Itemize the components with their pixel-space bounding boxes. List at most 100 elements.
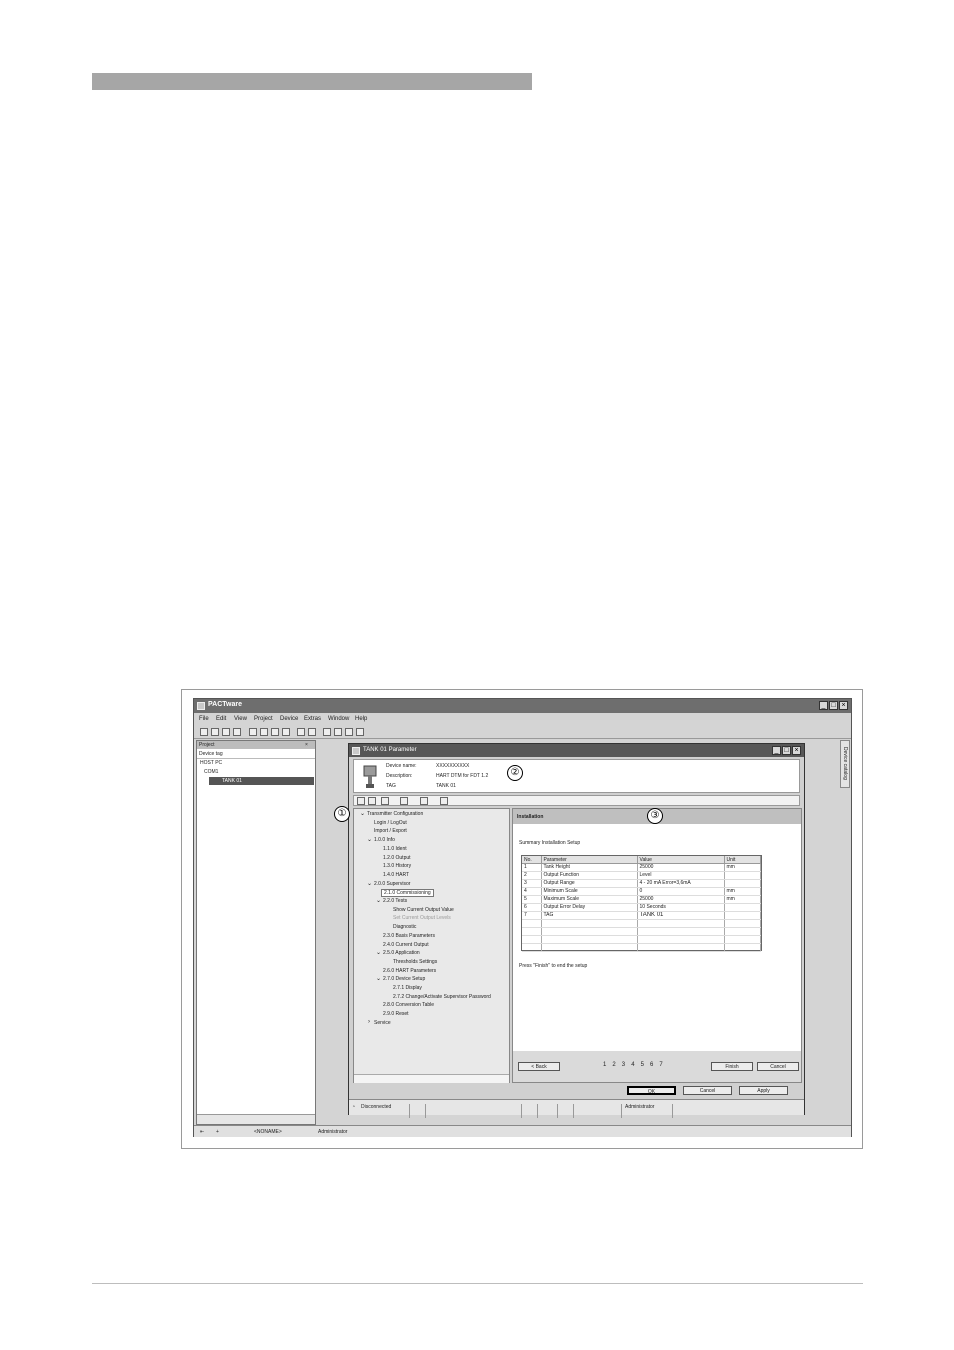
back-button[interactable]: < Back <box>518 1062 560 1071</box>
host-pc-node[interactable]: HOST PC <box>200 760 222 766</box>
minimize-icon[interactable]: _ <box>819 701 828 710</box>
connect-icon[interactable] <box>271 728 279 736</box>
table-cell: Output Error Delay <box>541 903 638 912</box>
table-cell: 7 <box>522 911 542 920</box>
nav-login-logout[interactable]: Login / LogOut <box>374 820 407 826</box>
nav-output[interactable]: 1.2.0 Output <box>383 855 411 861</box>
print-preview-icon[interactable] <box>440 797 448 805</box>
nav-tests[interactable]: 2.2.0 Tests <box>376 897 407 904</box>
parameter-icon[interactable] <box>323 728 331 736</box>
nav-reset[interactable]: 2.9.0 Reset <box>383 1011 409 1017</box>
apply-button[interactable]: Apply <box>739 1086 788 1095</box>
maximize-icon[interactable]: □ <box>829 701 838 710</box>
param-minimize-icon[interactable]: _ <box>772 746 781 755</box>
finish-button[interactable]: Finish <box>711 1062 753 1071</box>
project-scrollbar[interactable] <box>197 1114 315 1124</box>
nav-diagnostic[interactable]: Diagnostic <box>393 924 416 930</box>
settings-icon[interactable] <box>356 728 364 736</box>
summary-title: Summary Installation Setup <box>519 840 581 846</box>
menu-window[interactable]: Window <box>328 716 349 722</box>
col-value: Value <box>637 856 725 864</box>
view-icon[interactable] <box>249 728 257 736</box>
close-icon[interactable]: × <box>839 701 848 710</box>
nav-commissioning[interactable]: 2.1.0 Commissioning <box>381 889 434 897</box>
device-catalog-tab[interactable]: Device catalog <box>840 740 850 788</box>
print-icon[interactable] <box>233 728 241 736</box>
connection-status: Disconnected <box>361 1104 392 1110</box>
panel-close-icon[interactable]: × <box>305 742 308 748</box>
nav-service[interactable]: Service <box>368 1019 391 1026</box>
menu-device[interactable]: Device <box>280 716 298 722</box>
callout-1: ① <box>334 806 350 822</box>
nav-device-setup[interactable]: 2.7.0 Device Setup <box>376 975 425 982</box>
device-tag-label: Device tag <box>199 751 223 757</box>
empty-row <box>522 919 761 928</box>
add-icon[interactable]: + <box>216 1129 219 1135</box>
tag-label: TAG <box>386 783 396 789</box>
empty-row <box>522 927 761 936</box>
parameter-title-bar[interactable]: TANK 01 Parameter _ □ × <box>349 744 804 757</box>
table-cell: TAG <box>541 911 638 920</box>
table-row: 5 Maximum Scale 25000 mm <box>522 895 761 904</box>
nav-ident[interactable]: 1.1.0 Ident <box>383 846 407 852</box>
nav-application[interactable]: 2.5.0 Application <box>376 949 420 956</box>
nav-conversion-table[interactable]: 2.8.0 Conversion Table <box>383 1002 434 1008</box>
tag-value: TANK 01 <box>436 783 456 789</box>
menu-project[interactable]: Project <box>254 716 273 722</box>
nav-transmitter-configuration[interactable]: Transmitter Configuration <box>360 810 423 817</box>
wizard-steps[interactable]: 1 2 3 4 5 6 7 <box>603 1062 665 1068</box>
status-divider <box>537 1104 538 1118</box>
layout-icon[interactable] <box>357 797 365 805</box>
installation-title: Installation <box>517 814 544 820</box>
disconnect-icon[interactable] <box>282 728 290 736</box>
nav-supervisor[interactable]: 2.0.0 Supervisor <box>367 880 411 887</box>
tank01-node[interactable]: TANK 01 <box>209 777 314 785</box>
nav-basis-parameters[interactable]: 2.3.0 Basis Parameters <box>383 933 435 939</box>
upload-device-icon[interactable] <box>381 797 389 805</box>
save-icon[interactable] <box>222 728 230 736</box>
nav-current-output[interactable]: 2.4.0 Current Output <box>383 942 429 948</box>
wizard-cancel-button[interactable]: Cancel <box>757 1062 799 1071</box>
nav-thresholds-settings[interactable]: Thresholds Settings <box>393 959 437 965</box>
measured-value-icon[interactable] <box>334 728 342 736</box>
disconnected-icon: ◔ <box>352 1104 356 1110</box>
menu-view[interactable]: View <box>234 716 247 722</box>
menu-extras[interactable]: Extras <box>304 716 321 722</box>
table-cell: 4 <box>522 887 542 896</box>
tag-value-cell[interactable]: TANK 01 <box>637 911 725 920</box>
nav-supervisor-password[interactable]: 2.7.2 Change/Activate Supervisor Passwor… <box>393 994 491 1000</box>
open-icon[interactable] <box>211 728 219 736</box>
ok-button[interactable]: OK <box>627 1086 676 1095</box>
device-tag-header: Device tag <box>197 750 315 759</box>
param-close-icon[interactable]: × <box>792 746 801 755</box>
cancel-button[interactable]: Cancel <box>683 1086 732 1095</box>
project-name-status: <NONAME> <box>254 1129 282 1135</box>
refresh-icon[interactable] <box>420 797 428 805</box>
menu-edit[interactable]: Edit <box>216 716 226 722</box>
nav-import-export[interactable]: Import / Export <box>374 828 407 834</box>
nav-display[interactable]: 2.7.1 Display <box>393 985 422 991</box>
header-bar <box>92 73 532 90</box>
upload-icon[interactable] <box>297 728 305 736</box>
app-title-bar[interactable]: PACTware _ □ × <box>194 699 851 713</box>
com1-node[interactable]: COM1 <box>204 769 218 775</box>
table-cell <box>724 911 761 920</box>
nav-history[interactable]: 1.3.0 History <box>383 863 411 869</box>
menu-file[interactable]: File <box>199 716 209 722</box>
col-no: No. <box>522 856 542 864</box>
catalog-icon[interactable] <box>260 728 268 736</box>
download-icon[interactable] <box>308 728 316 736</box>
nav-back-icon[interactable]: ⇤ <box>200 1129 204 1135</box>
menu-help[interactable]: Help <box>355 716 367 722</box>
nav-scrollbar[interactable] <box>354 1074 509 1083</box>
nav-hart[interactable]: 1.4.0 HART <box>383 872 409 878</box>
diagnosis-icon[interactable] <box>345 728 353 736</box>
nav-info[interactable]: 1.0.0 Info <box>367 836 395 843</box>
new-icon[interactable] <box>200 728 208 736</box>
nav-hart-parameters[interactable]: 2.6.0 HART Parameters <box>383 968 436 974</box>
nav-show-current-output[interactable]: Show Current Output Value <box>393 907 454 913</box>
download-device-icon[interactable] <box>400 797 408 805</box>
param-maximize-icon[interactable]: □ <box>782 746 791 755</box>
param-status-user: Administrator <box>625 1104 655 1110</box>
split-view-icon[interactable] <box>368 797 376 805</box>
